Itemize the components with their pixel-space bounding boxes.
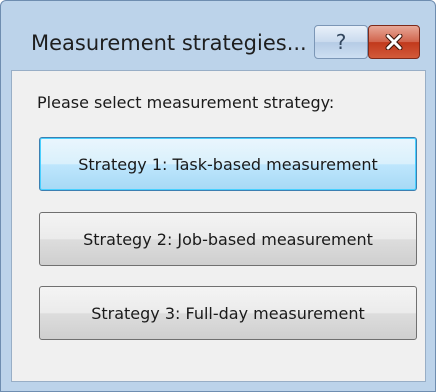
help-button[interactable]: ? bbox=[314, 25, 368, 59]
close-button[interactable] bbox=[368, 25, 420, 59]
close-icon bbox=[385, 34, 403, 50]
prompt-label: Please select measurement strategy: bbox=[37, 93, 335, 112]
title-bar[interactable]: Measurement strategies... ? bbox=[1, 1, 435, 59]
strategy-2-button[interactable]: Strategy 2: Job-based measurement bbox=[39, 212, 417, 266]
dialog-content: Please select measurement strategy: Stra… bbox=[11, 70, 426, 382]
window-title: Measurement strategies... bbox=[31, 31, 307, 55]
dialog-window: Measurement strategies... ? Please selec… bbox=[0, 0, 436, 392]
strategy-1-button[interactable]: Strategy 1: Task-based measurement bbox=[39, 137, 417, 191]
strategy-3-button[interactable]: Strategy 3: Full-day measurement bbox=[39, 286, 417, 340]
help-icon: ? bbox=[335, 30, 347, 54]
